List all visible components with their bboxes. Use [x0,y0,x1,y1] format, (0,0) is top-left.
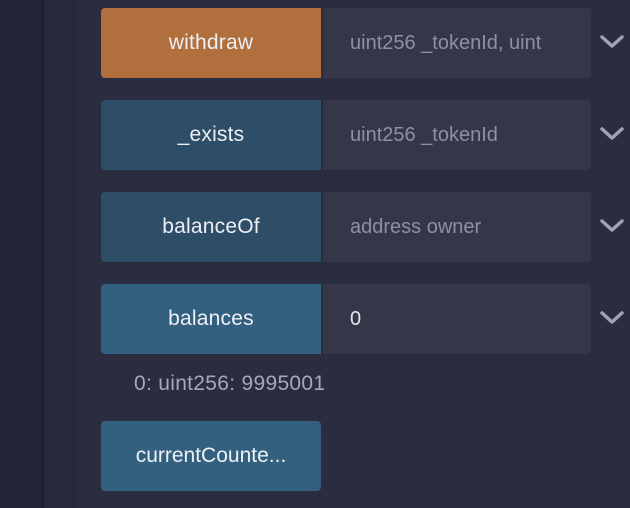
exists-params-input[interactable] [323,100,591,170]
chevron-down-icon[interactable] [598,308,626,328]
panel-gutter [44,0,77,508]
function-row-balanceof: balanceOf [101,192,591,262]
function-row-withdraw: withdraw [101,8,591,78]
exists-button[interactable]: _exists [101,100,321,170]
chevron-down-icon[interactable] [598,216,626,236]
chevron-down-icon[interactable] [598,124,626,144]
function-row-balances: balances [101,284,591,354]
withdraw-button[interactable]: withdraw [101,8,321,78]
withdraw-params-input[interactable] [323,8,591,78]
balanceof-params-input[interactable] [323,192,591,262]
function-row-exists: _exists [101,100,591,170]
current-counter-button[interactable]: currentCounte... [101,421,321,491]
balanceof-button[interactable]: balanceOf [101,192,321,262]
left-sidebar [0,0,44,508]
balances-button[interactable]: balances [101,284,321,354]
balances-params-input[interactable] [323,284,591,354]
chevron-down-icon[interactable] [598,32,626,52]
balances-call-result: 0: uint256: 9995001 [134,372,326,395]
